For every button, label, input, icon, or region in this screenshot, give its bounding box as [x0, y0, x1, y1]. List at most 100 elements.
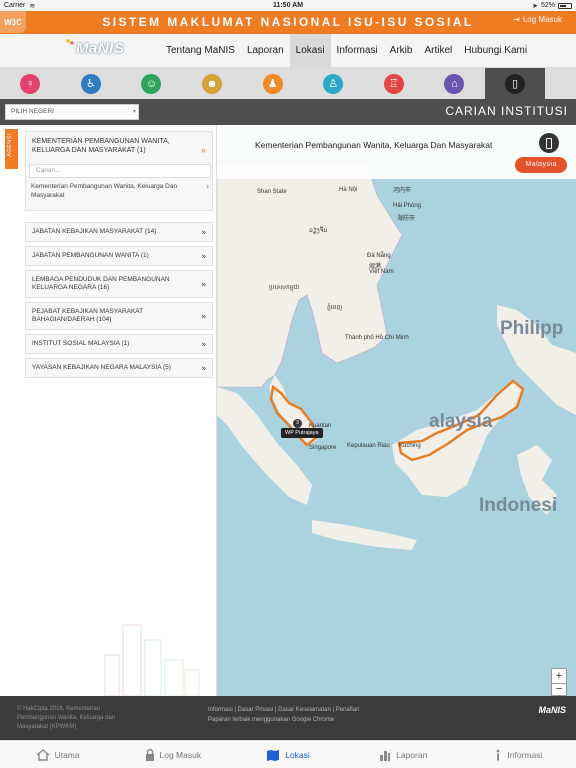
category-woman[interactable]: ♀ — [0, 68, 61, 99]
elderly-icon: ☺ — [141, 73, 162, 94]
tab-lokasi-label: Lokasi — [285, 749, 310, 760]
building-icon[interactable] — [539, 133, 559, 153]
page-title: CARIAN INSTITUSI — [445, 104, 568, 118]
logo-text: MaNIS — [76, 40, 125, 57]
chevron-right-icon: » — [201, 311, 206, 321]
map-label-vietnam: Việt Nam — [369, 269, 394, 275]
category-disabled[interactable]: ♿ — [61, 68, 122, 99]
category-family[interactable]: ♖ — [364, 68, 425, 99]
map-label-shan: Shan State — [257, 189, 287, 195]
accordion-pkm[interactable]: PEJABAT KEBAJIKAN MASYARAKAT BAHAGIAN/DA… — [25, 302, 213, 330]
nav-item-lokasi[interactable]: Lokasi — [289, 34, 331, 68]
map-label-philippines: Philipp — [500, 318, 564, 339]
accordion-title[interactable]: KEMENTERIAN PEMBANGUNAN WANITA, KELUARGA… — [32, 137, 197, 155]
search-title-bar: PILIH NEGERI ▾ CARIAN INSTITUSI — [0, 99, 576, 125]
wheelchair-icon: ♿ — [80, 73, 101, 94]
nav-item-informasi[interactable]: Informasi — [331, 34, 384, 68]
malaysia-button[interactable]: Malaysia — [515, 157, 567, 173]
footer-browser-note: Paparan terbaik menggunakan Google Chrom… — [208, 717, 335, 723]
category-community[interactable]: ☻ — [182, 68, 243, 99]
accordion-lppkn[interactable]: LEMBAGA PENDUDUK DAN PEMBANGUNAN KELUARG… — [25, 270, 213, 298]
children-icon: ♙ — [323, 73, 344, 94]
agensi-tab[interactable]: AGENSI — [5, 129, 18, 169]
login-arrow-icon: ⇥ — [513, 15, 520, 24]
accordion-label: PEJABAT KEBAJIKAN MASYARAKAT BAHAGIAN/DA… — [32, 308, 144, 323]
category-home[interactable]: ⌂ — [424, 68, 485, 99]
header-login-link[interactable]: ⇥ Log Masuk — [513, 15, 562, 24]
footer-links-line[interactable]: Informasi | Dasar Privasi | Dasar Kesela… — [208, 705, 359, 715]
map-label-haiphong: Hải Phòng — [393, 203, 422, 209]
chevron-right-icon: » — [201, 279, 206, 289]
w3c-badge[interactable]: W3C — [0, 11, 26, 33]
chevron-right-icon: » — [201, 227, 206, 237]
woman-icon: ♀ — [20, 73, 41, 94]
tab-laporan-label: Laporan — [396, 749, 428, 760]
tab-utama[interactable]: Utama — [0, 741, 115, 768]
agensi-tab-label: AGENSI — [7, 133, 13, 157]
state-select[interactable]: PILIH NEGERI ▾ — [5, 104, 139, 120]
battery-icon — [558, 2, 572, 9]
chevron-right-icon: » — [201, 363, 206, 373]
nav-item-artikel[interactable]: Artikel — [418, 34, 458, 68]
accordion-label: LEMBAGA PENDUDUK DAN PEMBANGUNAN KELUARG… — [32, 276, 170, 291]
map-label-haiphong-local: 海防市 — [397, 216, 416, 222]
family-walk-icon: ♟ — [262, 73, 283, 94]
home-icon — [36, 748, 50, 761]
map-marker[interactable]: 3 — [293, 419, 302, 428]
map-label-kuching: Kuching — [399, 443, 421, 449]
map-icon — [267, 749, 280, 761]
map-canvas — [217, 164, 576, 550]
accordion-jpw[interactable]: JABATAN PEMBANGUNAN WANITA (1) » — [25, 246, 213, 266]
header-login-label: Log Masuk — [522, 15, 562, 24]
map-label-hanoi-local: 河内市 — [393, 188, 412, 194]
nav-menu: Tentang MaNIS Laporan Lokasi Informasi A… — [160, 34, 533, 68]
map-label-cambodia: ប្រទេសកម្ពុជា — [269, 285, 300, 291]
footer-links: Informasi | Dasar Privasi | Dasar Kesela… — [208, 705, 359, 725]
nav-item-hubungi[interactable]: Hubungi Kami — [458, 34, 533, 68]
map-header-title: Kementerian Pembangunan Wanita, Keluarga… — [255, 140, 493, 150]
zoom-out-button[interactable]: − — [551, 684, 567, 696]
chevron-down-icon[interactable]: » — [201, 145, 206, 155]
map-label-phnompenh: ភ្នំពេញ — [327, 305, 343, 311]
logo-dots-icon — [66, 39, 74, 45]
nav-item-tentang[interactable]: Tentang MaNIS — [160, 34, 241, 68]
accordion-label: JABATAN KEBAJIKAN MASYARAKAT (14) — [32, 228, 157, 235]
chevron-right-icon: » — [201, 251, 206, 261]
category-children[interactable]: ♙ — [303, 68, 364, 99]
site-footer: © HakCipta 2016, Kementerian Pembangunan… — [0, 696, 576, 740]
tab-lokasi[interactable]: Lokasi — [230, 741, 345, 768]
nav-item-laporan[interactable]: Laporan — [241, 34, 290, 68]
map-label-danang: Đà Nẵng — [367, 253, 391, 259]
map-label-malaysia: alaysia — [429, 411, 493, 432]
category-family-walk[interactable]: ♟ — [242, 68, 303, 99]
agency-search-input[interactable]: Carian... — [29, 164, 211, 178]
footer-logo: MaNIS — [538, 705, 566, 715]
accordion-ism[interactable]: INSTITUT SOSIAL MALAYSIA (1) » — [25, 334, 213, 354]
map-view[interactable]: Shan State Hà Nội 河内市 Hải Phòng 海防市 ວຽງຈ… — [217, 125, 576, 696]
accordion-kpwkm: KEMENTERIAN PEMBANGUNAN WANITA, KELUARGA… — [25, 131, 213, 211]
tab-informasi-label: Informasi — [507, 749, 543, 760]
site-header: SISTEM MAKLUMAT NASIONAL ISU-ISU SOSIAL … — [0, 11, 576, 34]
category-elderly[interactable]: ☺ — [121, 68, 182, 99]
map-label-vientiane: ວຽງຈັນ — [309, 228, 328, 234]
map-marker-label[interactable]: WP Putrajaya — [281, 428, 323, 438]
accordion-ykn[interactable]: YAYASAN KEBAJIKAN NEGARA MALAYSIA (5) » — [25, 358, 213, 378]
category-building[interactable]: ▯ — [484, 68, 546, 99]
nav-item-arkib[interactable]: Arkib — [384, 34, 419, 68]
accordion-jkm[interactable]: JABATAN KEBAJIKAN MASYARAKAT (14) » — [25, 222, 213, 242]
bottom-tab-bar: Utama Log Masuk Lokasi Laporan Informasi — [0, 740, 576, 768]
manis-logo[interactable]: MaNIS — [66, 39, 125, 57]
home-icon: ⌂ — [444, 73, 465, 94]
tab-log-masuk[interactable]: Log Masuk — [115, 741, 230, 768]
copyright-text: © HakCipta 2016, Kementerian Pembangunan… — [17, 706, 116, 730]
map-label-kepulauan: Kepulauan Riau — [347, 443, 390, 449]
agency-list-item[interactable]: Kementerian Pembangunan Wanita, Keluarga… — [29, 182, 211, 200]
building-icon: ▯ — [505, 73, 526, 94]
category-bar: ♀ ♿ ☺ ☻ ♟ ♙ ♖ ⌂ ▯ — [0, 68, 576, 99]
map-label-hcm: Thành phố Hồ Chí Minh — [345, 335, 409, 341]
tab-informasi[interactable]: Informasi — [461, 741, 576, 768]
zoom-in-button[interactable]: + — [551, 668, 567, 684]
map-label-hanoi: Hà Nội — [339, 187, 358, 193]
tab-laporan[interactable]: Laporan — [346, 741, 461, 768]
site-title: SISTEM MAKLUMAT NASIONAL ISU-ISU SOSIAL — [102, 15, 474, 29]
